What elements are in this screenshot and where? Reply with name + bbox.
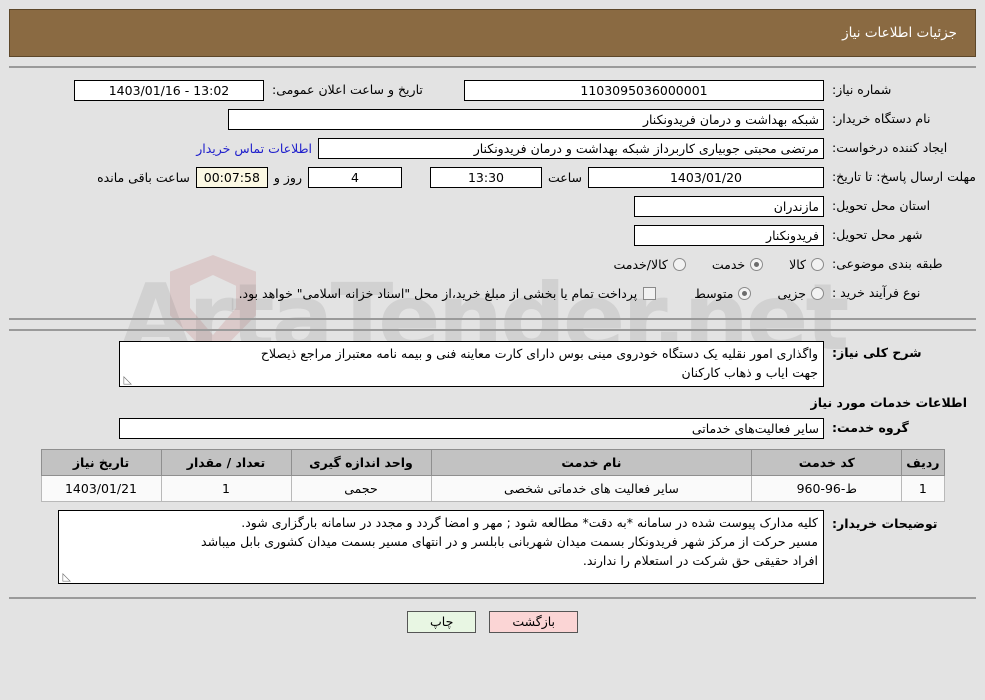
radio-icon-motavaset[interactable] xyxy=(738,286,752,300)
deadline-label: مهلت ارسال پاسخ: تا تاریخ: xyxy=(831,168,976,184)
row-category: طبقه بندی موضوعی: کالا خدمت کالا/خدمت xyxy=(9,252,976,276)
countdown-timer-label: ساعت باقی مانده xyxy=(97,169,190,185)
back-button[interactable]: بازگشت xyxy=(489,611,579,633)
creator-label: ایجاد کننده درخواست: xyxy=(832,140,948,156)
row-description: شرح کلی نیاز: واگذاری امور نقلیه یک دستگ… xyxy=(9,341,976,387)
process-label: نوع فرآیند خرید : xyxy=(832,285,921,301)
treasury-checkbox-group[interactable]: پرداخت تمام یا بخشی از مبلغ خرید،از محل … xyxy=(239,286,657,301)
row-creator: ایجاد کننده درخواست: مرتضی محبتی جوبیاری… xyxy=(9,136,976,160)
row-need-number: شماره نیاز: 1103095036000001 تاریخ و ساع… xyxy=(9,78,976,102)
th-quantity: تعداد / مقدار xyxy=(160,449,292,476)
buyer-contact-link[interactable]: اطلاعات تماس خریدار xyxy=(190,141,318,156)
print-button[interactable]: چاپ xyxy=(407,611,477,633)
row-process-type: نوع فرآیند خرید : جزیی متوسط پرداخت تمام… xyxy=(9,281,976,305)
buyer-notes-line-1: کلیه مدارک پیوست شده در سامانه *به دقت* … xyxy=(241,515,818,530)
cell-service-name: سایر فعالیت های خدماتی شخصی xyxy=(430,475,753,502)
services-section-title: اطلاعات خدمات مورد نیاز xyxy=(810,395,968,410)
process-option-jozi[interactable]: جزیی xyxy=(777,286,824,301)
page-header: جزئیات اطلاعات نیاز xyxy=(9,9,976,57)
checkbox-icon-treasury[interactable] xyxy=(643,286,657,300)
radio-icon-kala[interactable] xyxy=(811,257,824,271)
need-info-panel: شماره نیاز: 1103095036000001 تاریخ و ساع… xyxy=(9,66,976,320)
radio-icon-kala-khedmat[interactable] xyxy=(672,257,686,271)
cell-service-code: ط-96-960 xyxy=(751,475,903,502)
description-line-2: جهت ایاب و ذهاب کارکنان xyxy=(681,364,818,380)
province-value: مازندران xyxy=(634,195,824,217)
radio-icon-khedmat[interactable] xyxy=(750,257,764,271)
public-announce-value: 13:02 - 1403/01/16 xyxy=(74,79,264,101)
resize-grip-icon-notes[interactable]: ◺ xyxy=(61,571,71,582)
category-label: طبقه بندی موضوعی: xyxy=(832,256,943,272)
services-table: ردیف کد خدمت نام خدمت واحد اندازه گیری ت… xyxy=(40,449,945,502)
category-option-kala-khedmat-label: کالا/خدمت xyxy=(613,256,668,272)
countdown-timer-value: 00:07:58 xyxy=(195,166,268,188)
service-group-label: گروه خدمت: xyxy=(832,420,909,436)
row-service-group: گروه خدمت: سایر فعالیت‌های خدماتی xyxy=(9,416,976,440)
radio-icon-jozi[interactable] xyxy=(811,286,824,300)
category-option-khedmat-label: خدمت xyxy=(711,256,746,272)
category-option-kala[interactable]: کالا xyxy=(789,257,824,272)
row-province: استان محل تحویل: مازندران xyxy=(9,194,976,218)
deadline-date-value: 1403/01/20 xyxy=(588,166,824,188)
th-unit: واحد اندازه گیری xyxy=(290,449,432,476)
row-buyer-notes: توضیحات خریدار: کلیه مدارک پیوست شده در … xyxy=(9,510,976,584)
service-group-value: سایر فعالیت‌های خدماتی xyxy=(119,417,824,439)
buyer-notes-textarea[interactable]: کلیه مدارک پیوست شده در سامانه *به دقت* … xyxy=(58,510,824,584)
page-title: جزئیات اطلاعات نیاز xyxy=(842,25,957,41)
buyer-notes-line-3: افراد حقیقی حق شرکت در استعلام را ندارند… xyxy=(582,552,818,568)
process-option-jozi-label: جزیی xyxy=(777,285,806,301)
days-left-label: روز و xyxy=(273,169,302,185)
buyer-org-value: شبکه بهداشت و درمان فریدونکنار xyxy=(228,108,824,130)
province-label: استان محل تحویل: xyxy=(832,198,931,214)
treasury-checkbox-label: پرداخت تمام یا بخشی از مبلغ خرید،از محل … xyxy=(238,285,638,301)
process-option-motavaset-label: متوسط xyxy=(694,285,734,301)
category-option-kala-label: کالا xyxy=(789,256,806,272)
description-label: شرح کلی نیاز: xyxy=(832,345,922,360)
resize-grip-icon[interactable]: ◺ xyxy=(122,374,132,385)
footer-actions: بازگشت چاپ xyxy=(0,611,985,633)
page-root: جزئیات اطلاعات نیاز شماره نیاز: 11030950… xyxy=(0,9,985,633)
cell-need-date: 1403/01/21 xyxy=(40,475,162,502)
public-announce-label: تاریخ و ساعت اعلان عمومی: xyxy=(272,82,423,98)
deadline-hour-label: ساعت xyxy=(547,169,582,185)
th-service-name: نام خدمت xyxy=(430,449,753,476)
description-line-1: واگذاری امور نقلیه یک دستگاه خودروی مینی… xyxy=(260,346,818,361)
th-row-index: ردیف xyxy=(901,449,945,476)
buyer-org-label: نام دستگاه خریدار: xyxy=(832,111,931,127)
services-panel: شرح کلی نیاز: واگذاری امور نقلیه یک دستگ… xyxy=(9,329,976,599)
city-label: شهر محل تحویل: xyxy=(832,227,923,243)
th-service-code: کد خدمت xyxy=(751,449,903,476)
th-need-date: تاریخ نیاز xyxy=(40,449,162,476)
process-option-motavaset[interactable]: متوسط xyxy=(694,285,752,301)
table-header-row: ردیف کد خدمت نام خدمت واحد اندازه گیری ت… xyxy=(40,449,945,476)
table-row: 1 ط-96-960 سایر فعالیت های خدماتی شخصی ح… xyxy=(40,475,945,502)
need-number-value: 1103095036000001 xyxy=(464,79,824,101)
row-city: شهر محل تحویل: فریدونکنار xyxy=(9,223,976,247)
row-buyer-org: نام دستگاه خریدار: شبکه بهداشت و درمان ف… xyxy=(9,107,976,131)
buyer-notes-label: توضیحات خریدار: xyxy=(832,516,938,531)
description-textarea[interactable]: واگذاری امور نقلیه یک دستگاه خودروی مینی… xyxy=(119,341,824,387)
row-deadline: مهلت ارسال پاسخ: تا تاریخ: 1403/01/20 سا… xyxy=(9,165,976,189)
category-option-kala-khedmat[interactable]: کالا/خدمت xyxy=(613,256,686,272)
buyer-notes-line-2: مسیر حرکت از مرکز شهر فریدونکار بسمت مید… xyxy=(201,533,818,549)
cell-unit: حجمی xyxy=(290,475,432,502)
category-option-khedmat[interactable]: خدمت xyxy=(711,256,764,272)
need-number-label: شماره نیاز: xyxy=(832,82,892,98)
deadline-hour-value: 13:30 xyxy=(429,166,542,188)
creator-value: مرتضی محبتی جوبیاری کاربرداز شبکه بهداشت… xyxy=(318,137,824,159)
days-left-value: 4 xyxy=(307,166,402,188)
cell-quantity: 1 xyxy=(160,475,292,502)
city-value: فریدونکنار xyxy=(634,224,824,246)
cell-row-index: 1 xyxy=(901,475,945,502)
